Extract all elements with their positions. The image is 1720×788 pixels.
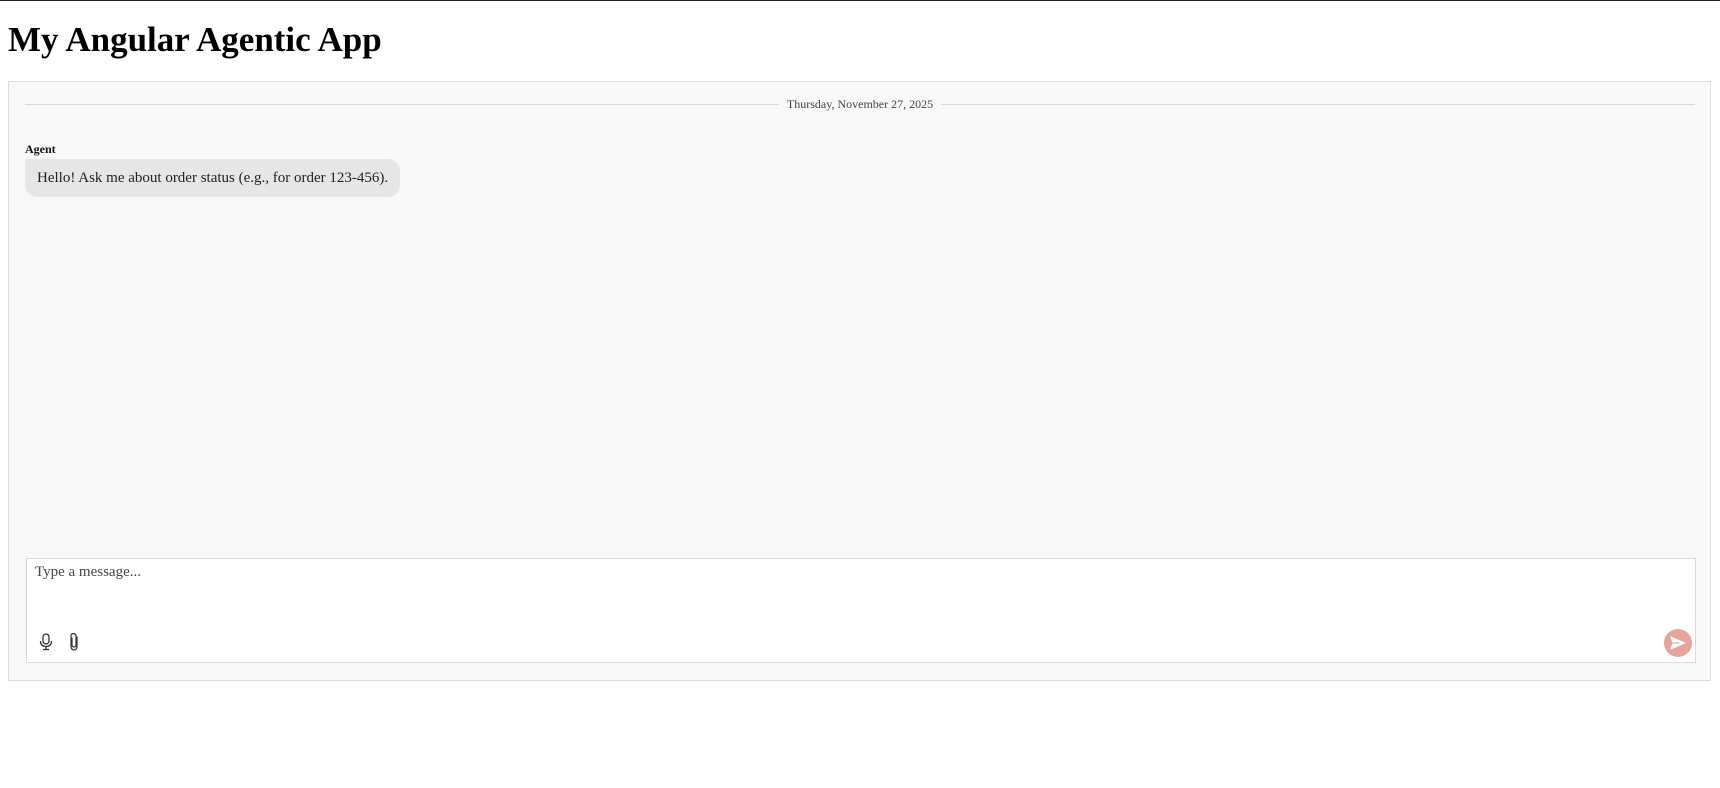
message-sender: Agent [25, 142, 56, 156]
top-border [0, 0, 1720, 1]
send-button[interactable] [1664, 629, 1692, 657]
paperclip-icon [70, 632, 78, 651]
date-divider-label: Thursday, November 27, 2025 [786, 96, 934, 111]
attach-button[interactable] [63, 631, 85, 653]
agent-message: Agent Hello! Ask me about order status (… [25, 142, 401, 197]
chat-panel: Thursday, November 27, 2025 Agent Hello!… [8, 81, 1711, 681]
date-divider: Thursday, November 27, 2025 [25, 94, 1696, 114]
message-bubble: Hello! Ask me about order status (e.g., … [25, 159, 401, 197]
page-title: My Angular Agentic App [8, 20, 382, 59]
divider-line-left [25, 103, 779, 105]
message-input[interactable] [27, 559, 1695, 621]
microphone-button[interactable] [35, 631, 57, 653]
divider-line-right [941, 103, 1696, 105]
microphone-icon [39, 633, 53, 651]
message-composer [26, 558, 1696, 663]
send-icon [1670, 636, 1686, 650]
